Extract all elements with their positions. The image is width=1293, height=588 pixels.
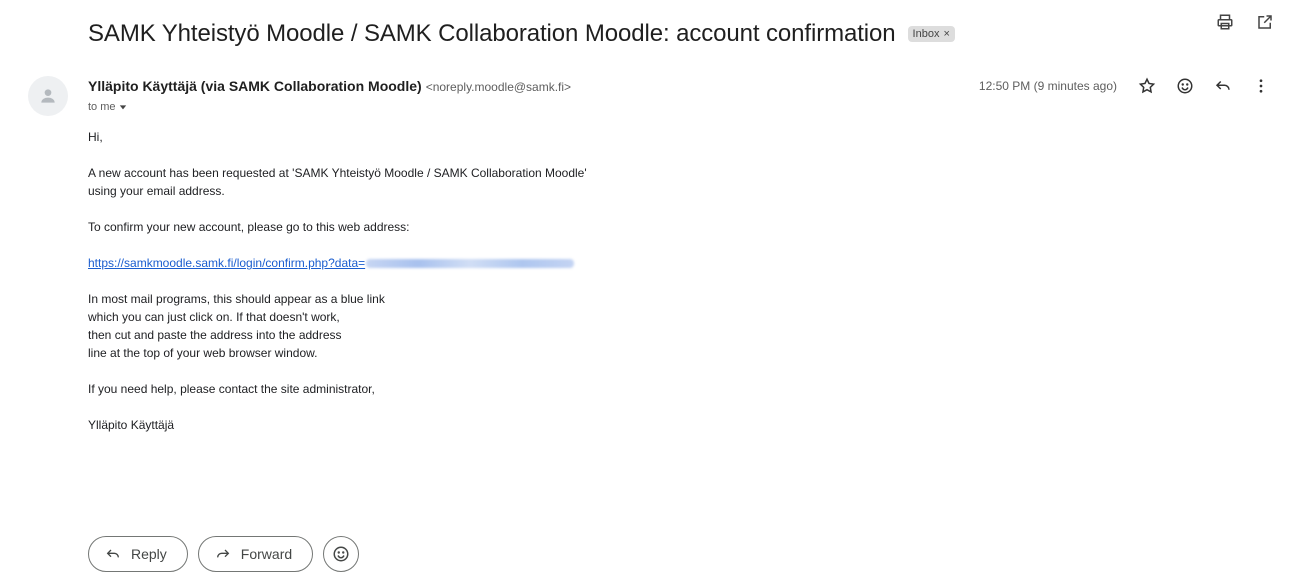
reply-button-label: Reply	[131, 546, 167, 562]
redacted-token	[366, 259, 575, 269]
instructions-line3: then cut and paste the address into the …	[88, 328, 342, 342]
instructions-line2: which you can just click on. If that doe…	[88, 310, 340, 324]
sender-email: <noreply.moodle@samk.fi>	[425, 80, 572, 94]
paragraph-request-line1: A new account has been requested at 'SAM…	[88, 166, 587, 180]
sender-line: Ylläpito Käyttäjä (via SAMK Collaboratio…	[88, 78, 571, 94]
inbox-label-chip[interactable]: Inbox ×	[907, 26, 955, 42]
paragraph-help: If you need help, please contact the sit…	[88, 382, 375, 396]
instructions-line1: In most mail programs, this should appea…	[88, 292, 385, 306]
greeting: Hi,	[88, 130, 103, 144]
reply-icon[interactable]	[1211, 74, 1235, 98]
reply-actions: Reply Forward	[88, 536, 360, 572]
message-meta: 12:50 PM (9 minutes ago)	[979, 74, 1273, 98]
forward-button-label: Forward	[240, 546, 293, 562]
reply-button[interactable]: Reply	[88, 536, 188, 572]
sender-avatar[interactable]	[28, 76, 68, 116]
forward-button[interactable]: Forward	[197, 536, 314, 572]
signature: Ylläpito Käyttäjä	[88, 418, 175, 432]
reply-icon	[106, 549, 119, 558]
remove-label-icon[interactable]: ×	[943, 28, 949, 40]
subject-row: SAMK Yhteistyö Moodle / SAMK Collaborati…	[88, 14, 1293, 54]
inbox-label-text: Inbox	[912, 28, 940, 40]
recipient-label: to me	[88, 101, 116, 113]
paragraph-instructions: In most mail programs, this should appea…	[88, 290, 848, 362]
instructions-line4: line at the top of your web browser wind…	[88, 346, 318, 360]
emoji-icon	[333, 546, 349, 562]
emoji-reaction-button[interactable]	[323, 536, 360, 572]
paragraph-request-line2: using your email address.	[88, 184, 225, 198]
paragraph-confirm: To confirm your new account, please go t…	[88, 220, 410, 234]
confirmation-link[interactable]: https://samkmoodle.samk.fi/login/confirm…	[88, 256, 365, 270]
more-vert-icon[interactable]	[1249, 74, 1273, 98]
recipient-details-toggle[interactable]: to me	[88, 101, 127, 113]
star-icon[interactable]	[1135, 74, 1159, 98]
print-icon[interactable]	[1213, 10, 1237, 34]
paragraph-request: A new account has been requested at 'SAM…	[88, 164, 848, 200]
email-subject: SAMK Yhteistyö Moodle / SAMK Collaborati…	[88, 20, 896, 47]
message-body: Hi, A new account has been requested at …	[88, 128, 848, 452]
message-timestamp: 12:50 PM (9 minutes ago)	[978, 79, 1117, 93]
open-in-new-icon[interactable]	[1253, 10, 1277, 34]
person-icon	[41, 89, 55, 103]
emoji-icon[interactable]	[1173, 74, 1197, 98]
sender-name[interactable]: Ylläpito Käyttäjä (via SAMK Collaboratio…	[88, 78, 422, 94]
top-actions	[1213, 10, 1277, 34]
confirmation-link-row: https://samkmoodle.samk.fi/login/confirm…	[88, 254, 848, 272]
forward-icon	[216, 549, 230, 558]
caret-down-icon	[119, 105, 126, 110]
